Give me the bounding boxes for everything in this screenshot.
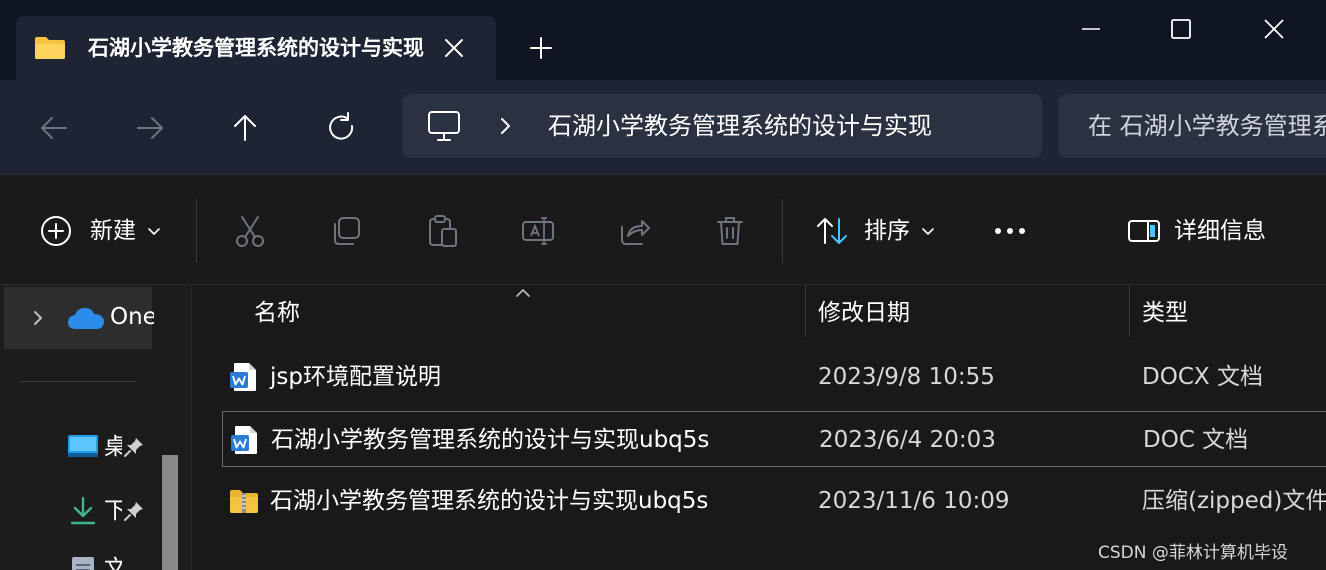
title-bar: 石湖小学教务管理系统的设计与实现	[0, 0, 1326, 80]
column-header-type[interactable]: 类型	[1142, 297, 1188, 329]
tab-title: 石湖小学教务管理系统的设计与实现	[88, 36, 424, 60]
sidebar-item-downloads[interactable]: 下载	[60, 491, 152, 531]
paste-icon[interactable]	[424, 213, 460, 249]
watermark-text: CSDN @菲林计算机毕设	[1098, 543, 1288, 563]
navigation-bar: 石湖小学教务管理系统的设计与实现 在 石湖小学教务管理系统的设计与实现 中搜索	[0, 80, 1326, 174]
minimize-icon[interactable]	[1068, 12, 1114, 46]
sidebar-item-label: OneDrive	[110, 304, 154, 330]
file-name: 石湖小学教务管理系统的设计与实现ubq5s	[270, 488, 709, 514]
refresh-icon[interactable]	[320, 106, 364, 150]
file-list: 名称 修改日期 类型 jsp环境配置说明 2023/9/8 10:55 DOCX…	[192, 285, 1326, 570]
pin-icon[interactable]	[122, 435, 146, 459]
computer-icon	[428, 111, 460, 141]
search-box[interactable]: 在 石湖小学教务管理系统的设计与实现 中搜索	[1058, 94, 1326, 158]
sidebar-item-label: 下载	[104, 498, 122, 524]
file-type: DOCX 文档	[1142, 364, 1263, 390]
cloud-icon	[68, 308, 104, 329]
new-label: 新建	[90, 218, 136, 244]
close-icon[interactable]	[1250, 12, 1296, 46]
file-name: jsp环境配置说明	[270, 364, 441, 390]
tab-current-folder[interactable]: 石湖小学教务管理系统的设计与实现	[16, 16, 496, 80]
documents-icon	[72, 557, 94, 570]
desktop-icon	[68, 435, 98, 457]
column-separator[interactable]	[1129, 285, 1130, 337]
scrollbar-thumb[interactable]	[162, 455, 178, 570]
separator	[782, 199, 783, 263]
sidebar-item-onedrive[interactable]: OneDrive	[4, 287, 154, 349]
plus-icon[interactable]	[524, 31, 558, 65]
copy-icon[interactable]	[328, 213, 364, 249]
file-modified: 2023/6/4 20:03	[819, 427, 996, 453]
sidebar-divider	[20, 381, 136, 382]
file-row[interactable]: jsp环境配置说明 2023/9/8 10:55 DOCX 文档	[222, 349, 1326, 405]
details-button[interactable]: 详细信息	[1126, 209, 1266, 253]
chevron-down-icon	[148, 228, 160, 235]
download-icon	[70, 496, 96, 525]
add-circle-icon	[41, 216, 71, 246]
file-type: DOC 文档	[1143, 427, 1249, 453]
navigation-pane: OneDrive 桌面 下载	[0, 285, 190, 570]
word-document-icon	[230, 363, 256, 391]
sort-label: 排序	[864, 218, 910, 244]
more-icon[interactable]	[992, 213, 1028, 249]
close-icon[interactable]	[440, 34, 468, 62]
chevron-down-icon	[922, 228, 934, 235]
column-separator[interactable]	[805, 285, 806, 337]
chevron-right-icon[interactable]	[494, 114, 516, 138]
file-name: 石湖小学教务管理系统的设计与实现ubq5s	[271, 427, 710, 453]
column-header-name[interactable]: 名称	[254, 297, 300, 329]
address-path[interactable]: 石湖小学教务管理系统的设计与实现	[548, 110, 988, 142]
share-icon[interactable]	[616, 213, 652, 249]
rename-icon[interactable]	[520, 213, 556, 249]
sidebar-item-documents[interactable]: 文档	[60, 549, 152, 570]
pin-icon[interactable]	[122, 499, 146, 523]
command-bar: 新建 排序 详细信息	[0, 174, 1326, 284]
sort-ascending-icon	[516, 289, 530, 297]
sidebar-item-label: 桌面	[104, 434, 122, 460]
word-document-icon	[231, 426, 257, 454]
zip-folder-icon	[230, 490, 258, 513]
file-modified: 2023/11/6 10:09	[818, 488, 1010, 514]
file-explorer-window: 石湖小学教务管理系统的设计与实现 石湖小学教务管理系统的设计与实现 在 石湖小学…	[0, 0, 1326, 570]
forward-arrow-icon[interactable]	[128, 106, 172, 150]
file-type: 压缩(zipped)文件夹	[1142, 488, 1326, 514]
cut-icon[interactable]	[232, 213, 268, 249]
sort-button[interactable]: 排序	[814, 209, 936, 253]
address-bar[interactable]: 石湖小学教务管理系统的设计与实现	[402, 94, 1042, 158]
sort-icon	[817, 218, 847, 244]
details-label: 详细信息	[1174, 218, 1266, 244]
maximize-icon[interactable]	[1158, 12, 1204, 46]
folder-icon	[35, 37, 65, 59]
details-pane-icon	[1128, 220, 1160, 242]
sidebar-item-label: 文档	[104, 556, 122, 570]
sidebar-item-desktop[interactable]: 桌面	[60, 427, 152, 467]
column-header-modified[interactable]: 修改日期	[818, 297, 910, 329]
file-row[interactable]: 石湖小学教务管理系统的设计与实现ubq5s 2023/11/6 10:09 压缩…	[222, 473, 1326, 529]
new-button[interactable]: 新建	[38, 209, 162, 253]
search-input[interactable]: 在 石湖小学教务管理系统的设计与实现 中搜索	[1088, 110, 1326, 142]
content-area: OneDrive 桌面 下载	[0, 284, 1326, 570]
up-arrow-icon[interactable]	[223, 106, 267, 150]
separator	[196, 199, 197, 263]
back-arrow-icon[interactable]	[32, 106, 76, 150]
chevron-right-icon[interactable]	[28, 307, 48, 329]
file-modified: 2023/9/8 10:55	[818, 364, 995, 390]
file-row[interactable]: 石湖小学教务管理系统的设计与实现ubq5s 2023/6/4 20:03 DOC…	[222, 411, 1326, 467]
delete-icon[interactable]	[712, 213, 748, 249]
